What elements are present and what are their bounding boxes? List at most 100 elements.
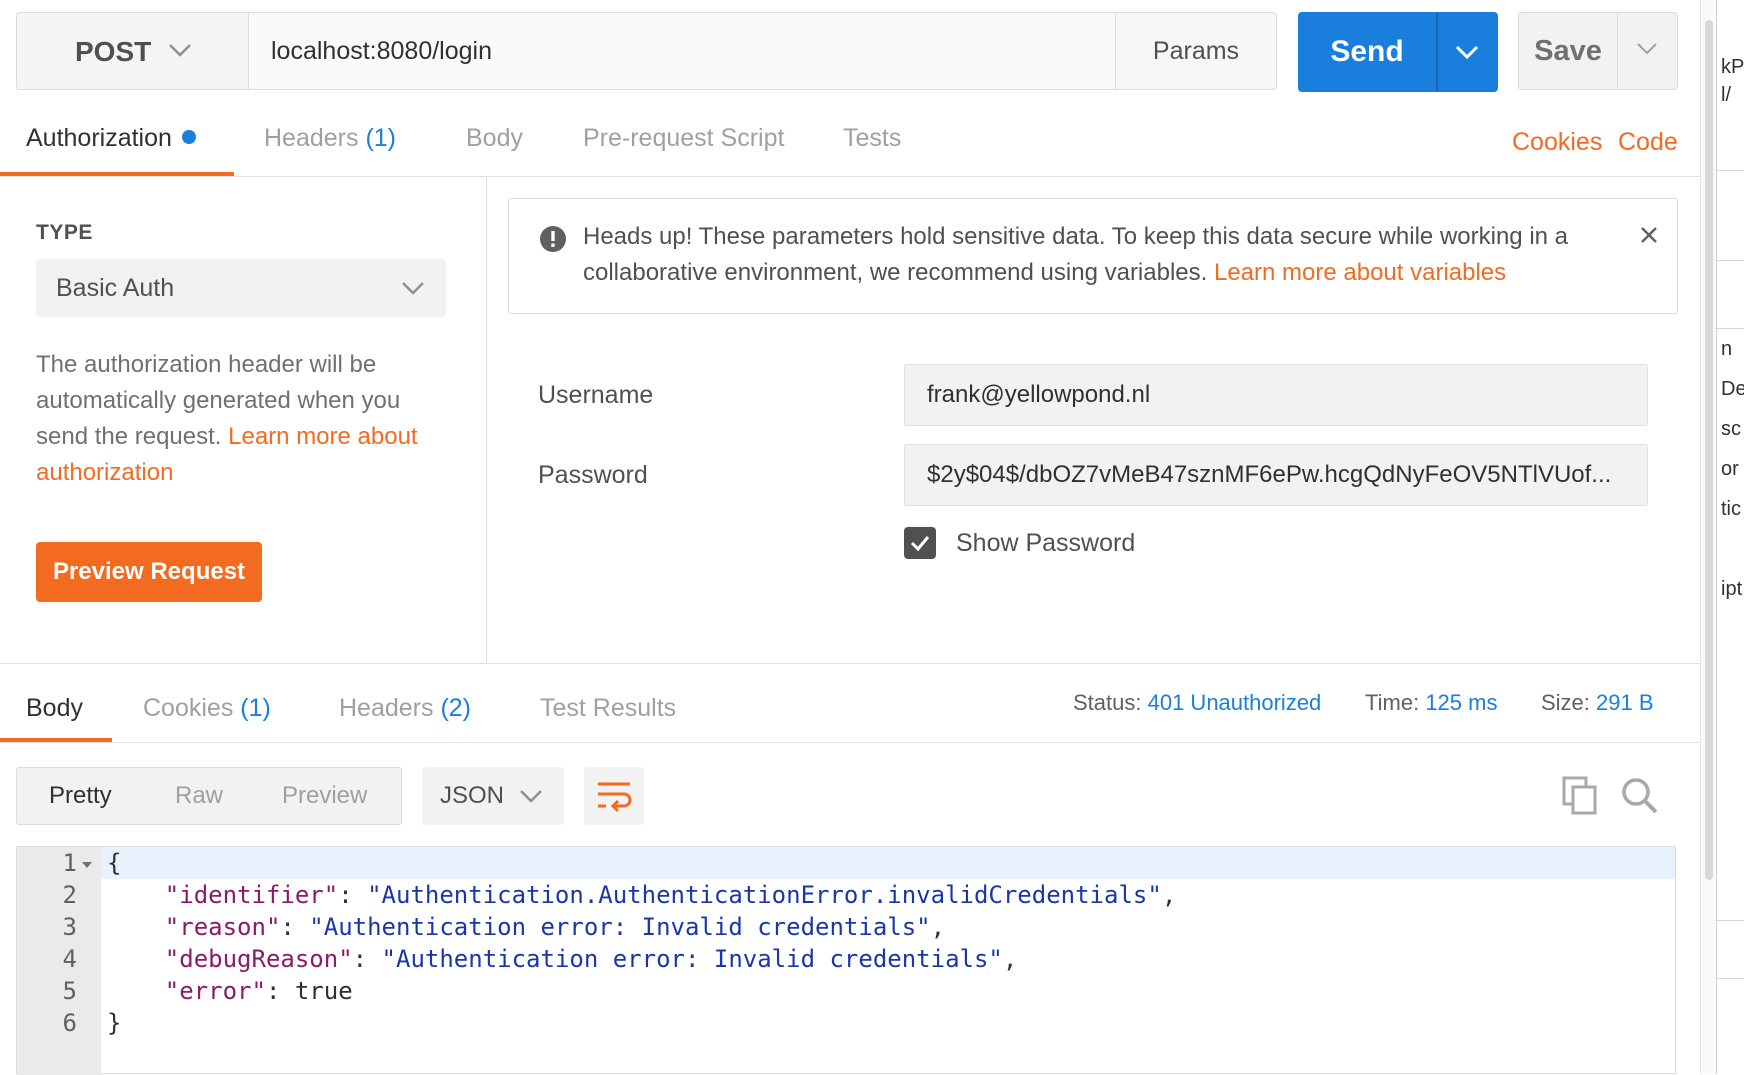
method-select[interactable]: POST (16, 12, 248, 90)
url-input[interactable]: localhost:8080/login (248, 12, 1116, 90)
line-number: 6 (62, 1009, 77, 1037)
chevron-down-icon[interactable] (1454, 43, 1480, 61)
tab-authorization-label: Authorization (26, 124, 172, 152)
response-tabs: Body Cookies (1) Headers (2) Test Result… (0, 663, 1700, 743)
checkmark-icon (910, 536, 930, 552)
send-button[interactable]: Send (1298, 12, 1498, 92)
size-value[interactable]: 291 B (1596, 690, 1654, 715)
resp-tab-headers[interactable]: Headers (2) (339, 694, 471, 723)
close-icon[interactable] (1639, 225, 1659, 245)
wrap-lines-button[interactable] (584, 767, 644, 825)
tab-body[interactable]: Body (466, 124, 523, 153)
side-text-fragment: or (1721, 458, 1739, 480)
side-text-fragment: De (1721, 378, 1744, 400)
tab-authorization[interactable]: Authorization (26, 124, 196, 153)
resp-tab-body[interactable]: Body (26, 694, 83, 723)
wrap-lines-icon (598, 782, 632, 813)
warning-text: Heads up! These parameters hold sensitiv… (583, 219, 1623, 291)
chevron-down-icon[interactable] (1635, 41, 1659, 57)
line-number: 1 (62, 849, 77, 877)
password-field[interactable]: $2y$04$/dbOZ7vMeB47sznMF6ePw.hcgQdNyFeOV… (904, 444, 1648, 506)
url-text: localhost:8080/login (271, 37, 492, 65)
line-number: 5 (62, 977, 77, 1005)
resp-tab-cookies[interactable]: Cookies (1) (143, 694, 271, 723)
side-divider (1717, 920, 1744, 921)
password-label: Password (538, 461, 648, 489)
username-label: Username (538, 381, 654, 409)
code-line: } (107, 1009, 121, 1037)
side-text-fragment: l/ (1721, 84, 1731, 106)
fold-arrow-icon[interactable] (81, 861, 93, 869)
format-label: JSON (440, 782, 505, 809)
code-line: "identifier": "Authentication.Authentica… (164, 881, 1177, 909)
resp-tab-headers-count: (2) (440, 694, 472, 722)
modified-dot-icon (181, 130, 196, 144)
side-text-fragment: n (1721, 338, 1733, 360)
tab-headers[interactable]: Headers (1) (264, 124, 396, 153)
size-meta: Size: 291 B (1541, 690, 1654, 716)
active-tab-underline (0, 172, 234, 176)
status-label: Status: (1073, 690, 1142, 715)
tab-headers-label: Headers (264, 124, 359, 152)
status-meta: Status: 401 Unauthorized (1073, 690, 1321, 716)
json-key: "identifier" (164, 881, 339, 909)
scrollbar-thumb[interactable] (1705, 20, 1713, 880)
chevron-down-icon (169, 44, 191, 57)
exclamation-icon (540, 226, 566, 252)
resp-tab-headers-label: Headers (339, 694, 434, 722)
size-label: Size: (1541, 690, 1590, 715)
auth-description: The authorization header will be automat… (36, 347, 456, 491)
view-pretty[interactable]: Pretty (49, 768, 112, 824)
search-icon[interactable] (1620, 776, 1660, 816)
save-divider (1617, 13, 1618, 89)
json-string: "Authentication error: Invalid credentia… (309, 913, 931, 941)
code-line: "debugReason": "Authentication error: In… (164, 945, 1018, 973)
code-line: "reason": "Authentication error: Invalid… (164, 913, 946, 941)
json-close-brace: } (107, 1009, 122, 1037)
sensitive-data-warning: Heads up! These parameters hold sensitiv… (508, 198, 1678, 314)
resp-tab-cookies-count: (1) (240, 694, 271, 722)
format-select[interactable]: JSON (422, 767, 564, 825)
active-resp-tab-underline (0, 738, 112, 742)
side-text-fragment: tic (1721, 498, 1741, 520)
cookies-link[interactable]: Cookies (1512, 128, 1602, 157)
code-link[interactable]: Code (1618, 128, 1678, 157)
line-number: 2 (62, 881, 77, 909)
copy-icon[interactable] (1562, 776, 1598, 816)
send-divider (1436, 12, 1438, 92)
time-value[interactable]: 125 ms (1425, 690, 1497, 715)
time-label: Time: (1365, 690, 1420, 715)
preview-request-button[interactable]: Preview Request (36, 542, 262, 602)
save-button[interactable]: Save (1518, 12, 1678, 90)
view-preview[interactable]: Preview (282, 768, 367, 824)
line-number: 4 (62, 945, 77, 973)
postman-main: POST localhost:8080/login Params Send Sa… (0, 0, 1700, 1075)
auth-type-select[interactable]: Basic Auth (36, 259, 446, 317)
side-text-fragment: sc (1721, 418, 1741, 440)
json-string: "Authentication.AuthenticationError.inva… (367, 881, 1162, 909)
tab-pre-request-script[interactable]: Pre-request Script (583, 124, 784, 153)
response-body-editor[interactable]: 1 2 3 4 5 6 { "identifier": "Authenticat… (16, 846, 1676, 1075)
chevron-down-icon (402, 282, 424, 295)
show-password-checkbox[interactable] (904, 527, 936, 559)
username-field[interactable]: frank@yellowpond.nl (904, 364, 1648, 426)
params-button[interactable]: Params (1115, 12, 1277, 90)
side-divider (1717, 328, 1744, 329)
code-line: { (107, 849, 121, 877)
side-text-fragment: kP (1721, 56, 1744, 78)
view-raw[interactable]: Raw (175, 768, 223, 824)
resp-tab-test-results[interactable]: Test Results (540, 694, 676, 723)
view-mode-segment: Pretty Raw Preview (16, 767, 402, 825)
status-value[interactable]: 401 Unauthorized (1148, 690, 1322, 715)
type-label: TYPE (36, 221, 93, 244)
learn-more-variables-link[interactable]: Learn more about variables (1214, 259, 1506, 286)
time-meta: Time: 125 ms (1365, 690, 1497, 716)
line-number: 3 (62, 913, 77, 941)
tab-tests[interactable]: Tests (843, 124, 901, 153)
background-window-edge: kP l/ n De sc or tic ipt (1716, 0, 1744, 1074)
json-open-brace: { (107, 849, 122, 877)
json-key: "reason" (164, 913, 281, 941)
auth-type-panel: TYPE Basic Auth The authorization header… (0, 177, 487, 663)
side-divider (1717, 170, 1744, 171)
active-line-highlight (101, 847, 1675, 879)
